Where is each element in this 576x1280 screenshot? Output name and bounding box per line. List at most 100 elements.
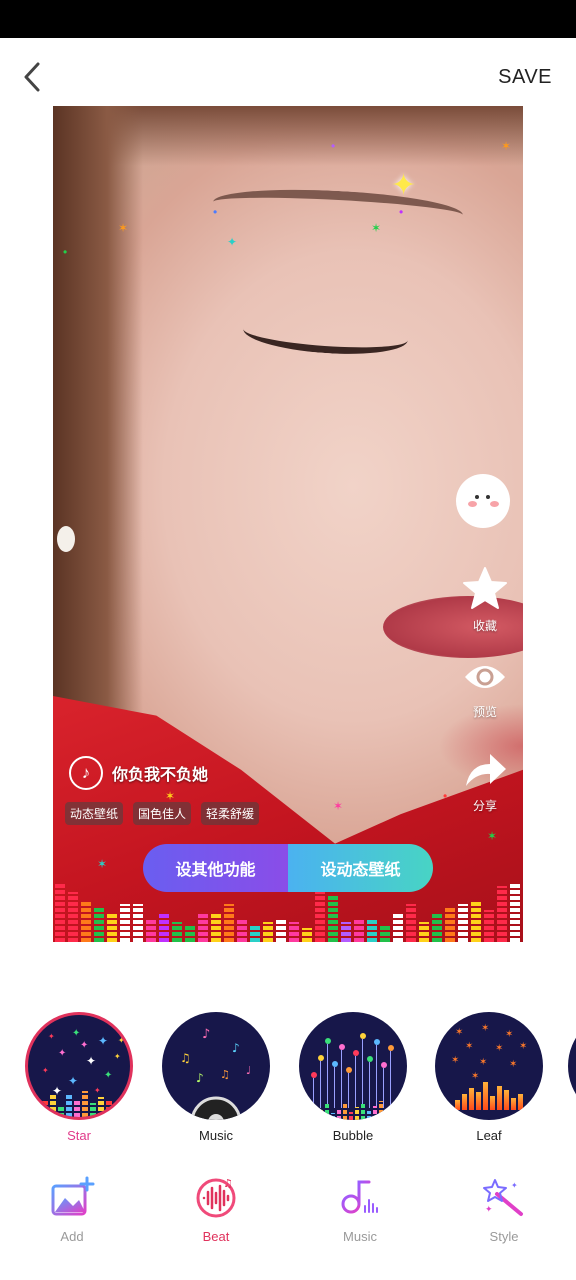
star-dot-icon: ✦ xyxy=(86,1054,97,1068)
equalizer-bar xyxy=(74,1099,80,1117)
nav-label: Add xyxy=(60,1229,84,1244)
favorite-button[interactable]: 收藏 xyxy=(455,566,515,634)
magic-wand-icon: ✦ ✦ xyxy=(483,1179,523,1216)
star-icon xyxy=(463,567,507,609)
bubble-dot xyxy=(318,1055,324,1061)
bubble-dot xyxy=(381,1062,387,1068)
leaf-icon: ✶ xyxy=(455,1027,464,1038)
equalizer-bar xyxy=(511,1098,516,1110)
bubble-dot xyxy=(360,1033,366,1039)
star-dot-icon: ✦ xyxy=(114,1052,121,1061)
set-live-wallpaper-button[interactable]: 设动态壁纸 xyxy=(288,844,433,892)
nav-add[interactable]: Add xyxy=(22,1176,122,1244)
save-button[interactable]: SAVE xyxy=(498,66,552,89)
effect-label: Leaf xyxy=(476,1128,502,1143)
sparkle-icon: • xyxy=(443,789,448,803)
leaf-icon: ✶ xyxy=(471,1071,480,1082)
equalizer-bar xyxy=(385,1110,389,1120)
equalizer-bar xyxy=(211,912,221,942)
tag-chip[interactable]: 动态壁纸 xyxy=(65,802,124,825)
bubble-stem xyxy=(313,1078,314,1108)
add-image-icon xyxy=(51,1176,95,1216)
effect-label: Star xyxy=(67,1128,91,1143)
equalizer-bar xyxy=(319,1109,323,1120)
bubble-dot xyxy=(353,1050,359,1056)
sparkle-icon: • xyxy=(63,245,68,259)
back-button[interactable] xyxy=(18,60,48,94)
sparkle-icon: ✶ xyxy=(371,221,382,235)
status-bar xyxy=(0,0,576,38)
effect-next-partial[interactable] xyxy=(568,1012,576,1120)
equalizer-bar xyxy=(58,1105,64,1117)
equalizer-bar xyxy=(107,912,117,942)
bubble-stem xyxy=(390,1051,391,1108)
equalizer-bar xyxy=(133,904,143,942)
effect-bubble[interactable]: Bubble xyxy=(295,1012,411,1143)
share-label: 分享 xyxy=(472,799,497,813)
nav-beat[interactable]: ♫ Beat xyxy=(166,1176,266,1244)
equalizer-bar xyxy=(341,922,351,942)
star-dot-icon: ✦ xyxy=(98,1034,109,1048)
wallpaper-preview[interactable]: ✦ ✶ • ✦ • ✶ • ✶ • ✶ ✶ ✶ ✶ • 收藏 预览 分享 ♪ 你… xyxy=(53,106,523,942)
star-dot-icon: ✦ xyxy=(48,1032,55,1041)
bubble-stem xyxy=(376,1045,377,1108)
song-info[interactable]: ♪ 你负我不负她 xyxy=(69,756,208,790)
bubble-stem xyxy=(369,1062,370,1108)
star-dot-icon: ✦ xyxy=(94,1086,101,1095)
leaf-icon: ✶ xyxy=(481,1023,490,1034)
equalizer-bar xyxy=(367,918,377,942)
preview-button[interactable]: 预览 xyxy=(455,658,515,720)
equalizer-bar xyxy=(373,1106,377,1120)
sparkle-icon: ✶ xyxy=(118,221,129,235)
equalizer-bar xyxy=(82,1091,88,1117)
equalizer-bar xyxy=(98,1097,104,1117)
leaf-icon: ✶ xyxy=(509,1059,518,1070)
star-dot-icon: ✦ xyxy=(42,1066,49,1075)
svg-text:♫: ♫ xyxy=(180,1051,191,1065)
eye-icon xyxy=(465,666,505,688)
sparkle-icon: ✦ xyxy=(227,235,238,249)
sparkle-icon: • xyxy=(331,139,336,153)
equalizer-bar xyxy=(483,1082,488,1110)
effect-star[interactable]: ✦ ✦ ✦ ✦ ✦ ✦ ✦ ✦ ✦ ✦ ✦ ✦ ✦ Star xyxy=(21,1012,137,1143)
sparkle-icon: • xyxy=(399,205,404,219)
bubble-dot xyxy=(325,1038,331,1044)
music-effect-thumbnail: ♪ ♫ ♪ ♩ ♪ ♫ xyxy=(162,1012,270,1120)
equalizer-bar xyxy=(325,1104,329,1120)
cta-group: 设其他功能 设动态壁纸 xyxy=(143,844,433,892)
tag-chip[interactable]: 轻柔舒缓 xyxy=(201,802,260,825)
svg-text:♫: ♫ xyxy=(220,1068,230,1081)
leaf-icon: ✶ xyxy=(451,1055,460,1066)
star-dot-icon: ✦ xyxy=(104,1070,113,1081)
nav-style[interactable]: ✦ ✦ Style xyxy=(454,1176,554,1244)
equalizer-bar xyxy=(106,1101,112,1117)
sparkle-icon: ✶ xyxy=(487,829,498,843)
equalizer-bar xyxy=(224,904,234,942)
equalizer-bar xyxy=(471,902,481,942)
nav-music[interactable]: Music xyxy=(310,1176,410,1244)
sparkle-icon: ✶ xyxy=(165,789,176,803)
svg-text:♪: ♪ xyxy=(202,1027,210,1042)
equalizer-bar xyxy=(361,1102,365,1120)
star-dot-icon: ✦ xyxy=(58,1048,67,1059)
effect-leaf[interactable]: ✶ ✶ ✶ ✶ ✶ ✶ ✶ ✶ ✶ ✶ Leaf xyxy=(431,1012,547,1143)
leaf-icon: ✶ xyxy=(495,1043,504,1054)
svg-text:♩: ♩ xyxy=(246,1064,251,1077)
equalizer-bar xyxy=(159,912,169,942)
equalizer-bar xyxy=(367,1111,371,1120)
effect-label: Bubble xyxy=(332,1128,374,1143)
equalizer-bar xyxy=(81,900,91,942)
equalizer-bar xyxy=(406,904,416,942)
svg-text:♫: ♫ xyxy=(223,1177,233,1190)
equalizer-bar xyxy=(66,1093,72,1117)
set-other-function-button[interactable]: 设其他功能 xyxy=(143,844,288,892)
tag-chip[interactable]: 国色佳人 xyxy=(133,802,192,825)
svg-text:✦: ✦ xyxy=(511,1181,518,1190)
effect-music[interactable]: ♪ ♫ ♪ ♩ ♪ ♫ Music xyxy=(158,1012,274,1143)
equalizer-bar xyxy=(94,908,104,942)
equalizer-bar xyxy=(455,1100,460,1110)
creator-avatar[interactable] xyxy=(458,476,508,526)
equalizer-bar xyxy=(90,1103,96,1117)
bubble-dot xyxy=(311,1072,317,1078)
share-button[interactable]: 分享 xyxy=(455,750,515,814)
